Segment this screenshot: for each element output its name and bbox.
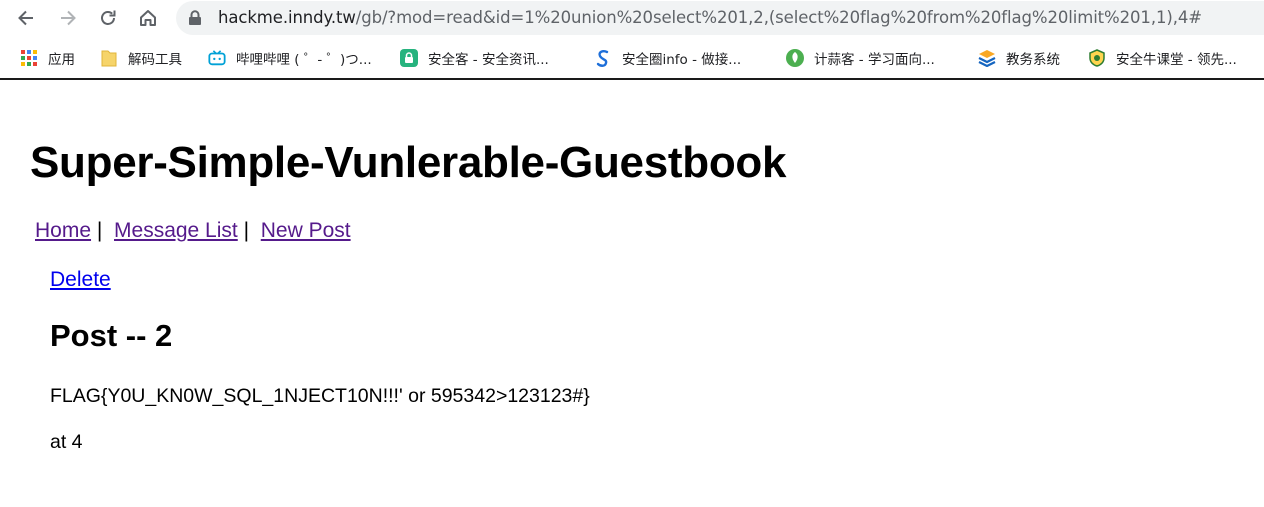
back-button[interactable]	[14, 6, 38, 30]
bilibili-icon	[208, 49, 226, 67]
page-title: Super-Simple-Vunlerable-Guestbook	[30, 138, 787, 187]
address-bar[interactable]: hackme.inndy.tw/gb/?mod=read&id=1%20unio…	[176, 1, 1264, 35]
bookmark-aqniu[interactable]: 安全牛课堂 - 领先...	[1088, 40, 1237, 76]
reload-icon	[101, 10, 116, 25]
bookmark-decode-tools[interactable]: 解码工具	[100, 40, 182, 76]
anquanquan-icon	[594, 49, 612, 67]
folder-icon	[100, 49, 118, 67]
back-arrow-icon	[18, 10, 33, 26]
browser-toolbar: hackme.inndy.tw/gb/?mod=read&id=1%20unio…	[0, 0, 1264, 36]
aqniu-icon	[1088, 49, 1106, 67]
bookmark-label: 哔哩哔哩 ( ゜- ゜)つ...	[236, 52, 372, 68]
nav-home-link[interactable]: Home	[35, 219, 91, 242]
nav-separator: |	[243, 219, 250, 242]
delete-link[interactable]: Delete	[50, 268, 111, 292]
url-text[interactable]: hackme.inndy.tw/gb/?mod=read&id=1%20unio…	[218, 1, 1202, 35]
bookmark-jiaowu[interactable]: 教务系统	[978, 40, 1060, 76]
bookmark-label: 解码工具	[128, 52, 182, 68]
bookmark-label: 应用	[48, 52, 75, 68]
url-host: hackme.inndy.tw	[218, 8, 356, 27]
bookmark-label: 教务系统	[1006, 52, 1060, 68]
nav-separator: |	[96, 219, 103, 242]
post-body: FLAG{Y0U_KN0W_SQL_1NJECT10N!!!' or 59534…	[50, 385, 590, 407]
bookmark-anquanquan[interactable]: 安全圈info - 做接...	[594, 40, 741, 76]
home-icon	[140, 10, 156, 26]
home-button[interactable]	[136, 6, 160, 30]
reload-button[interactable]	[96, 6, 120, 30]
apps-grid-icon	[20, 49, 38, 67]
lock-icon	[188, 10, 202, 30]
anquanke-icon	[400, 49, 418, 67]
url-path: /gb/?mod=read&id=1%20union%20select%201,…	[355, 8, 1202, 27]
nav-message-list-link[interactable]: Message List	[114, 219, 238, 242]
bookmark-apps[interactable]: 应用	[20, 40, 75, 76]
bookmark-anquanke[interactable]: 安全客 - 安全资讯...	[400, 40, 549, 76]
bookmark-label: 安全圈info - 做接...	[622, 52, 742, 68]
bookmark-bilibili[interactable]: 哔哩哔哩 ( ゜- ゜)つ...	[208, 40, 372, 76]
bookmark-label: 安全牛课堂 - 领先...	[1116, 52, 1237, 68]
jisuanke-icon	[786, 49, 804, 67]
post-meta: at 4	[50, 431, 83, 453]
forward-arrow-icon	[61, 10, 76, 26]
bookmark-label: 安全客 - 安全资讯...	[428, 52, 549, 68]
site-nav: Home | Message List | New Post	[35, 219, 351, 243]
jiaowu-icon	[978, 49, 996, 67]
bookmark-label: 计蒜客 - 学习面向...	[814, 52, 935, 68]
bookmarks-bar: 应用 解码工具 哔哩哔哩 ( ゜- ゜)つ... 安全客 - 安全资讯... 安…	[0, 40, 1264, 76]
nav-new-post-link[interactable]: New Post	[261, 219, 351, 242]
web-page: Super-Simple-Vunlerable-Guestbook Home |…	[0, 80, 1264, 507]
post-title: Post -- 2	[50, 318, 173, 353]
bookmark-jisuanke[interactable]: 计蒜客 - 学习面向...	[786, 40, 935, 76]
forward-button[interactable]	[56, 6, 80, 30]
